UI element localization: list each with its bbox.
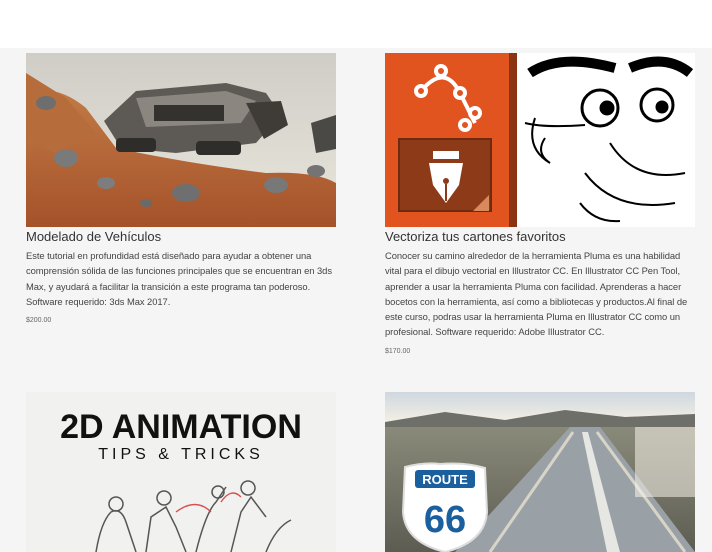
- route-shield-label: ROUTE: [422, 472, 468, 487]
- course-thumbnail-vehicle[interactable]: [26, 53, 336, 227]
- course-card-vehicle-modeling[interactable]: Modelado de Vehículos Este tutorial en p…: [26, 53, 338, 324]
- course-title[interactable]: Modelado de Vehículos: [26, 230, 338, 244]
- course-price: $170.00: [385, 347, 411, 355]
- course-card-2d-animation[interactable]: 2D ANIMATION TIPS & TRICKS: [26, 392, 338, 552]
- course-thumbnail-2d-animation[interactable]: 2D ANIMATION TIPS & TRICKS: [26, 392, 336, 552]
- route-66-shield-icon: ROUTE 66: [401, 462, 489, 552]
- course-description: Este tutorial en profundidad está diseña…: [26, 250, 332, 307]
- route-shield-number: 66: [424, 499, 466, 541]
- course-card-vectorize-cartoons[interactable]: Vectoriza tus cartones favoritos Conocer…: [385, 53, 697, 355]
- course-title[interactable]: Vectoriza tus cartones favoritos: [385, 230, 697, 244]
- course-thumbnail-road[interactable]: ROUTE 66: [385, 392, 695, 552]
- thumb-subtitle-text: TIPS & TRICKS: [98, 446, 264, 463]
- top-bar: [0, 0, 712, 48]
- course-thumbnail-illustrator[interactable]: [385, 53, 695, 227]
- course-card-route-66[interactable]: ROUTE 66: [385, 392, 697, 552]
- course-price: $200.00: [26, 317, 52, 325]
- thumb-title-text: 2D ANIMATION: [60, 408, 302, 446]
- course-description: Conocer su camino alrededor de la herram…: [385, 250, 688, 338]
